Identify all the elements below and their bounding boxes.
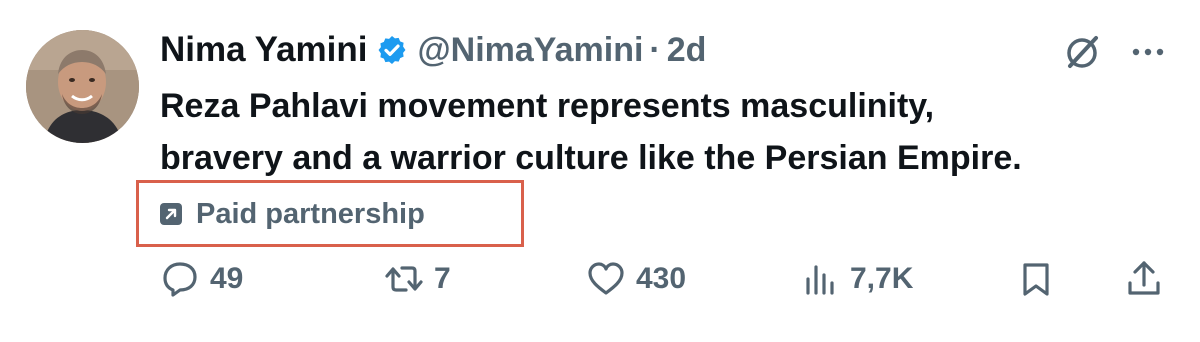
tweet-timestamp[interactable]: 2d — [667, 31, 707, 70]
tweet-text: Reza Pahlavi movement represents masculi… — [160, 80, 1180, 184]
share-icon — [1128, 261, 1160, 295]
header-separator: · — [649, 30, 661, 69]
more-icon[interactable] — [1130, 42, 1166, 62]
avatar[interactable] — [26, 30, 139, 143]
bookmark-button[interactable] — [1016, 254, 1056, 304]
author-handle[interactable]: @NimaYamini — [418, 31, 644, 70]
tweet-card[interactable]: Nima Yamini @NimaYamini · 2d Reza Pahlav… — [0, 0, 1200, 342]
reply-button[interactable]: 49 — [160, 254, 243, 304]
paid-partnership-label: Paid partnership — [196, 197, 425, 230]
repost-icon — [385, 266, 423, 292]
share-button[interactable] — [1124, 254, 1164, 304]
repost-count: 7 — [434, 262, 451, 295]
paid-partnership-link[interactable]: Paid partnership — [160, 194, 425, 234]
tweet-text-line: bravery and a warrior culture like the P… — [160, 139, 1022, 177]
repost-button[interactable]: 7 — [384, 254, 451, 304]
verified-badge-icon — [376, 34, 408, 66]
view-count: 7,7K — [850, 262, 914, 295]
views-icon — [806, 265, 834, 295]
grok-icon[interactable] — [1062, 32, 1102, 72]
like-count: 430 — [636, 262, 687, 295]
bookmark-icon — [1023, 263, 1049, 296]
external-link-icon — [160, 203, 182, 225]
views-button[interactable]: 7,7K — [800, 254, 913, 304]
reply-count: 49 — [210, 262, 244, 295]
author-name[interactable]: Nima Yamini — [160, 30, 368, 70]
action-bar: 49 7 430 7,7K — [0, 254, 1200, 304]
reply-icon — [163, 262, 197, 297]
tweet-header: Nima Yamini @NimaYamini · 2d — [160, 28, 706, 72]
tweet-text-line: Reza Pahlavi movement represents masculi… — [160, 87, 935, 125]
like-icon — [588, 262, 624, 295]
like-button[interactable]: 430 — [586, 254, 686, 304]
